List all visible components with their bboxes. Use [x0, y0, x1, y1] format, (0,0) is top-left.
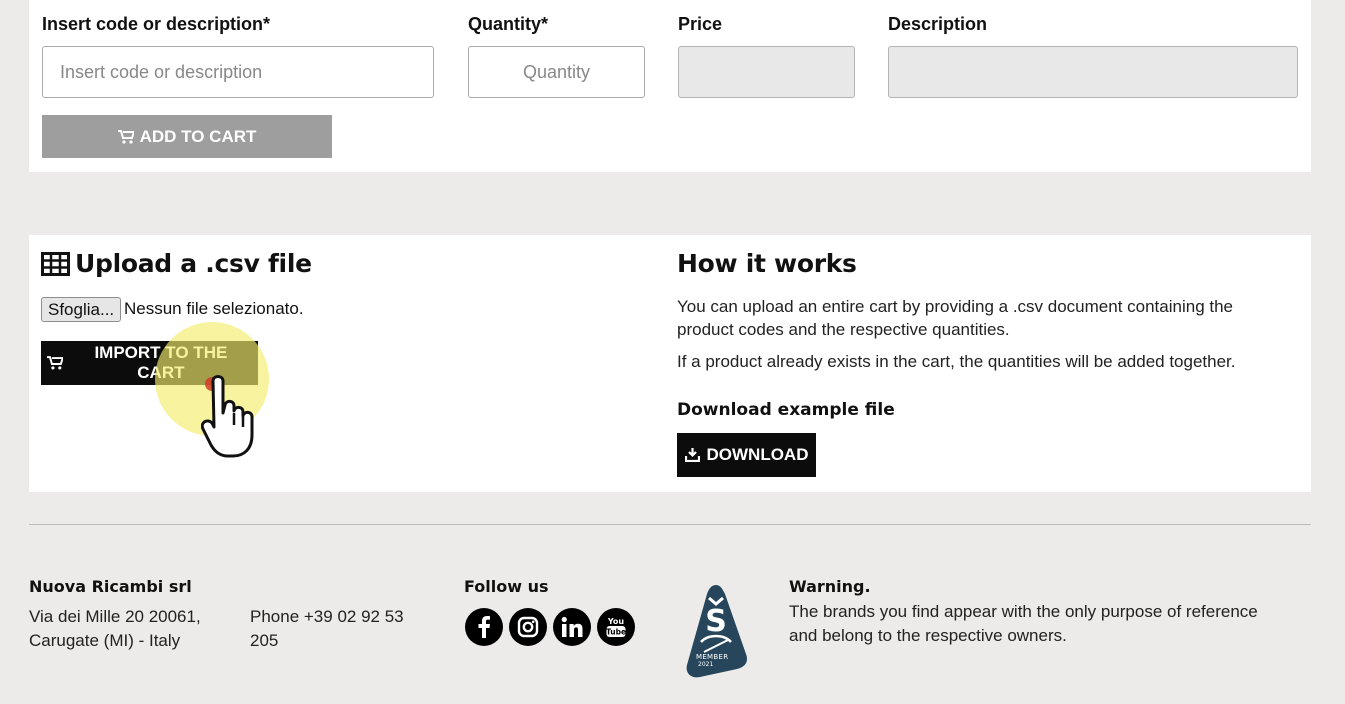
download-example-heading: Download example file [677, 400, 895, 420]
member-badge: S MEMBER 2021 [682, 582, 750, 678]
hand-pointer-icon [201, 375, 254, 458]
warning-text: The brands you find appear with the only… [789, 602, 1258, 645]
download-label: DOWNLOAD [706, 445, 809, 464]
add-to-cart-panel: Insert code or description* Quantity* Pr… [29, 0, 1311, 172]
csv-upload-panel: Upload a .csv file Sfoglia... Nessun fil… [29, 235, 1311, 492]
add-to-cart-button[interactable]: ADD TO CART [42, 115, 332, 158]
instagram-icon[interactable] [509, 608, 547, 646]
how-it-works-title: How it works [677, 249, 857, 278]
table-icon [41, 252, 70, 276]
cart-icon [117, 129, 134, 144]
svg-text:You: You [607, 617, 625, 626]
warning-heading: Warning. [789, 577, 871, 596]
description-label: Description [888, 14, 988, 34]
svg-text:Tube: Tube [606, 628, 626, 637]
import-to-cart-label: IMPORT TO THE CART [94, 343, 228, 382]
svg-text:S: S [705, 604, 727, 639]
add-to-cart-label: ADD TO CART [139, 126, 257, 146]
code-input[interactable] [42, 46, 434, 98]
file-status-text: Nessun file selezionato. [124, 299, 304, 318]
footer-divider [29, 524, 1311, 525]
how-it-works-paragraph-1: You can upload an entire cart by providi… [677, 297, 1234, 339]
company-name: Nuova Ricambi srl [29, 577, 192, 596]
cart-icon [47, 356, 63, 370]
member-badge-logo: S [686, 585, 747, 678]
description-field [888, 46, 1298, 98]
member-badge-year: 2021 [698, 661, 714, 668]
download-button[interactable]: DOWNLOAD [677, 433, 816, 477]
company-address: Via dei Mille 20 20061, Carugate (MI) - … [29, 607, 201, 650]
member-badge-text: MEMBER [696, 653, 729, 661]
import-to-cart-button[interactable]: IMPORT TO THE CART [41, 341, 258, 385]
price-label: Price [678, 14, 723, 34]
upload-title: Upload a .csv file [75, 249, 312, 278]
code-label: Insert code or description* [42, 14, 271, 34]
youtube-icon[interactable]: You Tube [597, 608, 635, 646]
quantity-input[interactable] [468, 46, 645, 98]
quantity-label: Quantity* [468, 14, 549, 34]
browse-file-button[interactable]: Sfoglia... [41, 297, 122, 322]
facebook-icon[interactable] [465, 608, 503, 646]
download-icon [684, 448, 700, 462]
linkedin-icon[interactable] [553, 608, 591, 646]
how-it-works-paragraph-2: If a product already exists in the cart,… [677, 352, 1236, 371]
price-field [678, 46, 855, 98]
follow-us-heading: Follow us [464, 577, 549, 596]
company-phone: Phone +39 02 92 53 205 [250, 607, 404, 650]
